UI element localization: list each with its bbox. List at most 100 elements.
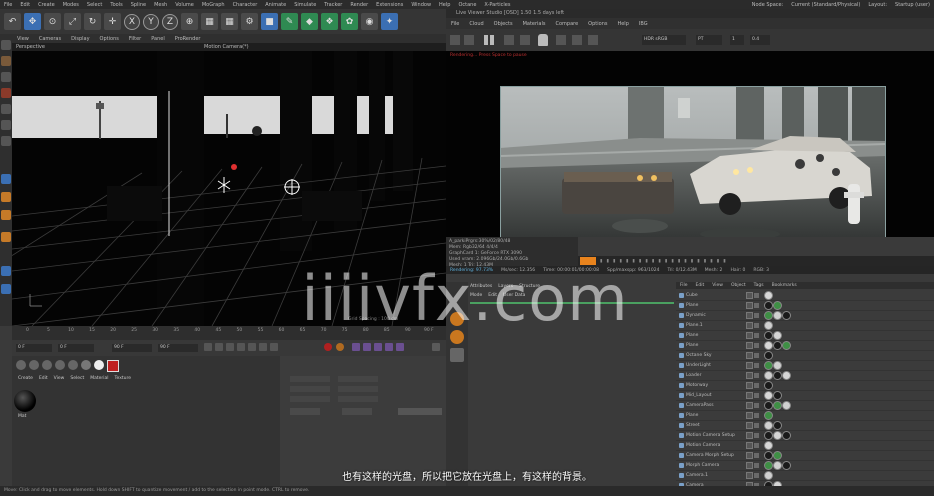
- menu-item-5[interactable]: Tools: [110, 2, 122, 8]
- object-row[interactable]: Street: [676, 421, 934, 431]
- snap-icon[interactable]: [1, 174, 11, 184]
- white-balance-icon[interactable]: [588, 35, 598, 45]
- viewport-menu-item-3[interactable]: Options: [100, 36, 119, 42]
- enable-toggle[interactable]: [754, 353, 759, 358]
- visibility-toggle[interactable]: [746, 322, 753, 329]
- object-row[interactable]: UnderLight: [676, 361, 934, 371]
- object-tag-icon[interactable]: [764, 331, 773, 340]
- enable-toggle[interactable]: [754, 313, 759, 318]
- make-editable-icon[interactable]: [1, 40, 11, 50]
- menu-item-19[interactable]: X-Particles: [484, 2, 510, 8]
- object-tag-icon[interactable]: [764, 351, 773, 360]
- color-space-dropdown[interactable]: HDR sRGB: [642, 35, 686, 45]
- object-tag-icon[interactable]: [773, 361, 782, 370]
- scale-tool-icon[interactable]: ⤢: [64, 13, 81, 30]
- object-row[interactable]: Plane.1: [676, 321, 934, 331]
- object-tag-icon[interactable]: [773, 431, 782, 440]
- render-settings-icon[interactable]: ⚙: [241, 13, 258, 30]
- enable-toggle[interactable]: [754, 363, 759, 368]
- enable-toggle[interactable]: [754, 373, 759, 378]
- menubar-right-1[interactable]: Current (Standard/Physical): [791, 2, 860, 8]
- z-axis-icon[interactable]: Z: [162, 13, 178, 30]
- enable-toggle[interactable]: [754, 453, 759, 458]
- menu-item-2[interactable]: Create: [38, 2, 55, 8]
- viewport-menu-item-1[interactable]: Cameras: [39, 36, 61, 42]
- enable-toggle[interactable]: [754, 413, 759, 418]
- record-icon[interactable]: [324, 343, 332, 351]
- visibility-toggle[interactable]: [746, 362, 753, 369]
- object-row[interactable]: Mid_Layout: [676, 391, 934, 401]
- object-menu-item-5[interactable]: Bookmarks: [772, 283, 797, 288]
- live-viewer-menu-item-7[interactable]: IBG: [639, 21, 648, 27]
- cloner-icon[interactable]: ❖: [321, 13, 338, 30]
- visibility-toggle[interactable]: [746, 312, 753, 319]
- deformer-icon[interactable]: ✿: [341, 13, 358, 30]
- axis-mode-icon[interactable]: [1, 120, 11, 130]
- object-tag-icon[interactable]: [782, 431, 791, 440]
- object-tag-icon[interactable]: [773, 331, 782, 340]
- object-menu-item-3[interactable]: Object: [731, 283, 746, 288]
- visibility-toggle[interactable]: [746, 392, 753, 399]
- object-tag-icon[interactable]: [773, 301, 782, 310]
- object-tag-icon[interactable]: [764, 341, 773, 350]
- end-frame-field[interactable]: 90 F: [112, 344, 152, 352]
- viewport-menu-item-2[interactable]: Display: [71, 36, 89, 42]
- x-axis-icon[interactable]: X: [124, 13, 140, 30]
- pause-icon[interactable]: [484, 35, 488, 45]
- visibility-toggle[interactable]: [746, 342, 753, 349]
- undo-icon[interactable]: ↶: [4, 13, 21, 30]
- visibility-toggle[interactable]: [746, 382, 753, 389]
- render-view-icon[interactable]: ▦: [201, 13, 218, 30]
- apply-button[interactable]: [398, 408, 442, 415]
- texture-mode-icon[interactable]: [1, 56, 11, 66]
- menu-item-12[interactable]: Simulate: [294, 2, 316, 8]
- previous-key-icon[interactable]: [215, 343, 223, 351]
- object-tag-icon[interactable]: [764, 381, 773, 390]
- object-row[interactable]: Motorway: [676, 381, 934, 391]
- camera-icon[interactable]: ◉: [361, 13, 378, 30]
- enable-toggle[interactable]: [754, 323, 759, 328]
- enable-toggle[interactable]: [754, 443, 759, 448]
- key-pla-icon[interactable]: [396, 343, 404, 351]
- visibility-toggle[interactable]: [746, 442, 753, 449]
- viewport-menu-item-6[interactable]: ProRender: [175, 36, 201, 42]
- live-viewer-menu-item-5[interactable]: Options: [588, 21, 607, 27]
- go-to-start-icon[interactable]: [204, 343, 212, 351]
- menu-item-8[interactable]: Volume: [175, 2, 194, 8]
- material-menu-item-2[interactable]: View: [54, 376, 65, 381]
- viewport-menu-item-5[interactable]: Panel: [151, 36, 165, 42]
- send-scene-icon[interactable]: [450, 35, 460, 45]
- material-icon-5[interactable]: [68, 360, 78, 370]
- enable-toggle[interactable]: [754, 403, 759, 408]
- object-tag-icon[interactable]: [773, 341, 782, 350]
- object-tag-icon[interactable]: [773, 391, 782, 400]
- focus-picker-icon[interactable]: [572, 35, 582, 45]
- key-scale-icon[interactable]: [374, 343, 382, 351]
- visibility-toggle[interactable]: [746, 422, 753, 429]
- menu-item-18[interactable]: Octane: [458, 2, 476, 8]
- enable-toggle[interactable]: [754, 333, 759, 338]
- live-viewer-menu-item-3[interactable]: Materials: [523, 21, 546, 27]
- visibility-toggle[interactable]: [746, 372, 753, 379]
- object-menu-item-4[interactable]: Tags: [754, 283, 764, 288]
- start-frame-field[interactable]: 0 F: [16, 344, 52, 352]
- live-selection-icon[interactable]: ⊙: [44, 13, 61, 30]
- light-icon[interactable]: ✦: [381, 13, 398, 30]
- lock-icon[interactable]: [538, 34, 548, 46]
- previous-frame-icon[interactable]: [226, 343, 234, 351]
- object-tag-icon[interactable]: [764, 401, 773, 410]
- object-tag-icon[interactable]: [773, 371, 782, 380]
- key-rotation-icon[interactable]: [363, 343, 371, 351]
- object-tag-icon[interactable]: [764, 411, 773, 420]
- object-row[interactable]: Loader: [676, 371, 934, 381]
- menu-item-17[interactable]: Help: [439, 2, 450, 8]
- menu-item-9[interactable]: MoGraph: [202, 2, 225, 8]
- object-row[interactable]: CameraPass: [676, 401, 934, 411]
- stop-render-icon[interactable]: [504, 35, 514, 45]
- y-axis-icon[interactable]: Y: [143, 13, 159, 30]
- spline-pen-icon[interactable]: ✎: [281, 13, 298, 30]
- object-tag-icon[interactable]: [773, 451, 782, 460]
- material-preview[interactable]: [14, 390, 36, 412]
- object-tag-icon[interactable]: [764, 301, 773, 310]
- menu-item-1[interactable]: Edit: [20, 2, 30, 8]
